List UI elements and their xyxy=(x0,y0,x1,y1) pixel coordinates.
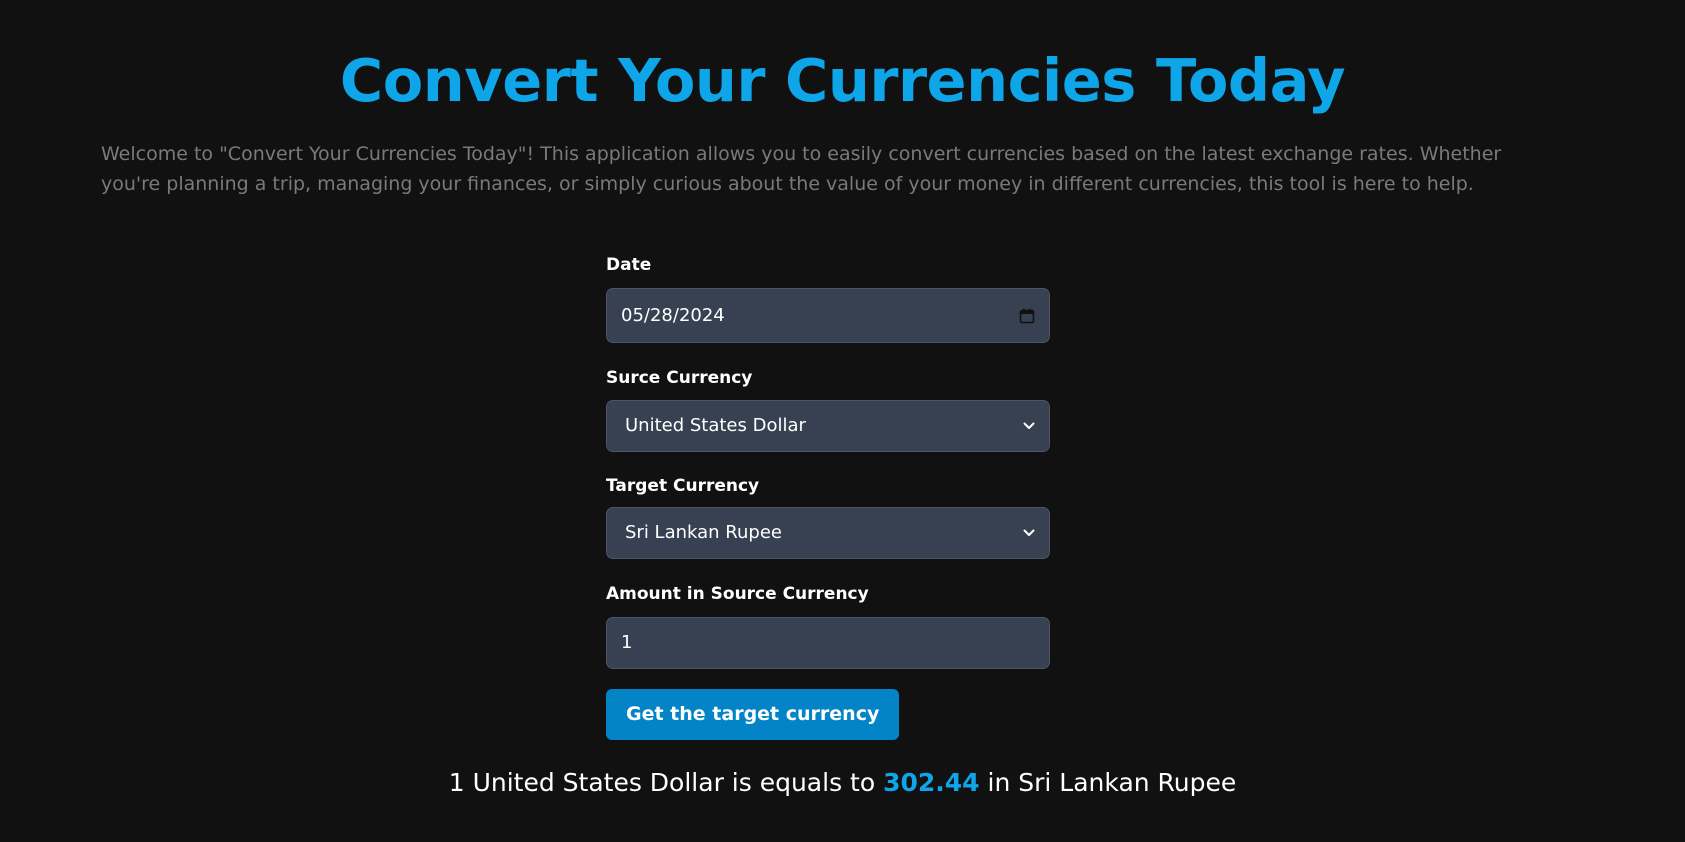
date-value: 05/28/2024 xyxy=(621,305,725,326)
source-currency-label: Surce Currency xyxy=(606,368,753,388)
amount-label: Amount in Source Currency xyxy=(606,584,869,604)
date-input[interactable]: 05/28/2024 xyxy=(606,288,1050,343)
conversion-result: 1 United States Dollar is equals to 302.… xyxy=(0,766,1685,800)
target-currency-value: Sri Lankan Rupee xyxy=(625,522,782,543)
source-currency-value: United States Dollar xyxy=(625,415,806,436)
calendar-icon[interactable] xyxy=(1019,289,1035,342)
converter-form: Date 05/28/2024 Surce Currency United St… xyxy=(606,254,1050,740)
intro-text: Welcome to "Convert Your Currencies Toda… xyxy=(101,143,1502,195)
chevron-down-icon xyxy=(1023,401,1035,451)
date-label: Date xyxy=(606,255,652,275)
result-suffix: in Sri Lankan Rupee xyxy=(987,768,1237,797)
target-currency-label: Target Currency xyxy=(606,476,760,496)
page-title: Convert Your Currencies Today xyxy=(339,46,1346,115)
result-value: 302.44 xyxy=(883,768,980,797)
source-currency-select[interactable]: United States Dollar xyxy=(606,400,1050,452)
page: Convert Your Currencies Today Welcome to… xyxy=(0,0,1685,842)
get-target-currency-button[interactable]: Get the target currency xyxy=(606,689,900,740)
amount-input[interactable]: 1 xyxy=(606,617,1050,669)
chevron-down-icon xyxy=(1023,508,1035,558)
amount-value: 1 xyxy=(621,632,633,653)
result-prefix: 1 United States Dollar is equals to xyxy=(448,768,876,797)
target-currency-select[interactable]: Sri Lankan Rupee xyxy=(606,507,1050,559)
